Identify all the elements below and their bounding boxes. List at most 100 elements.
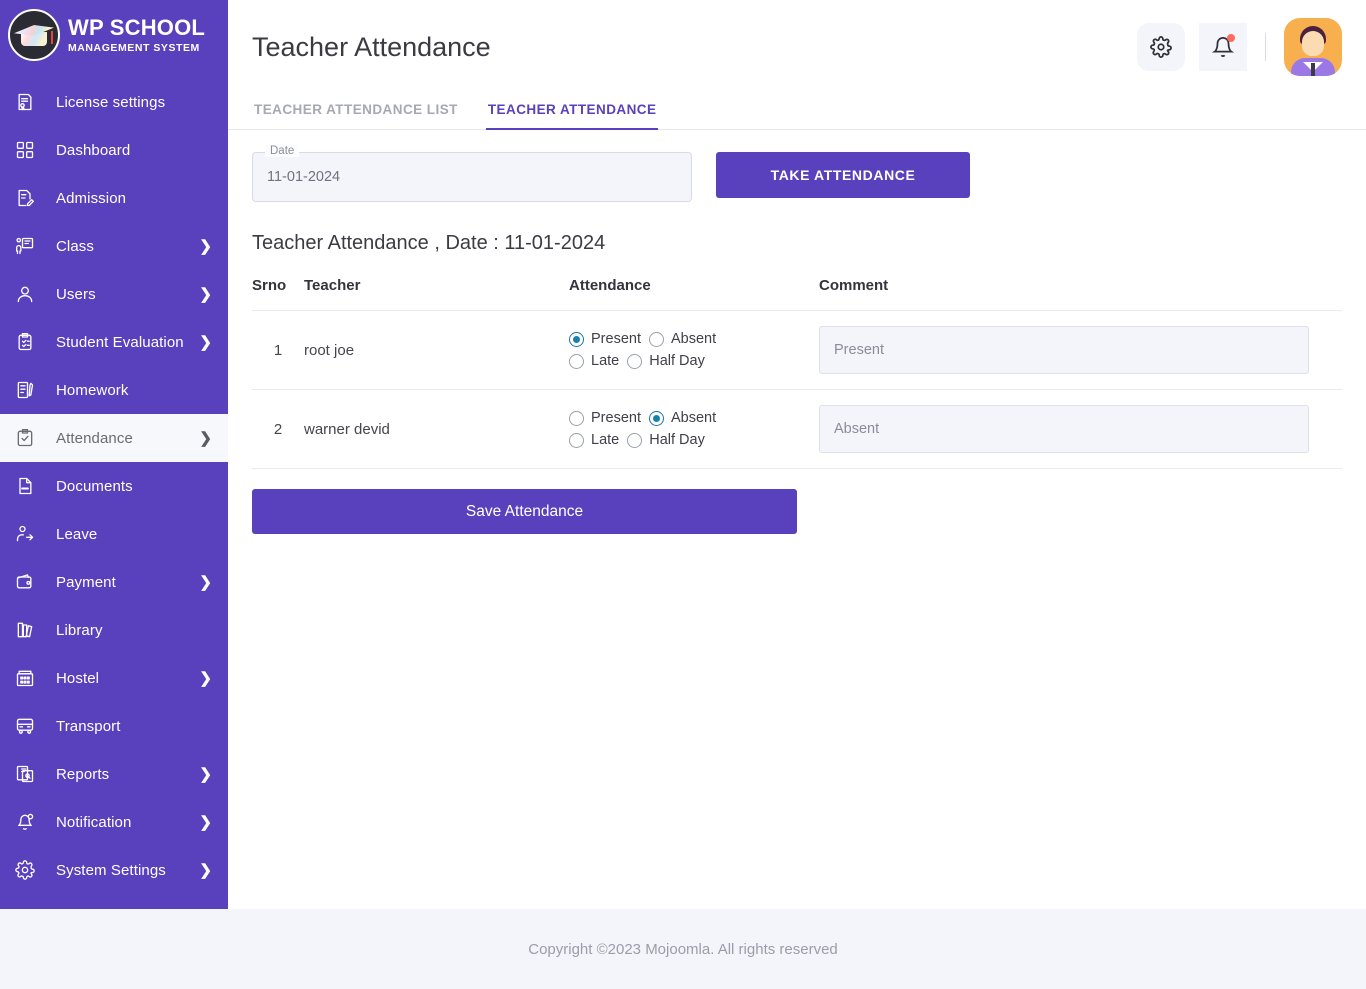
- cell-attendance-options: Present Absent Late Half Day: [569, 331, 819, 369]
- comment-input[interactable]: [819, 405, 1309, 453]
- sidebar-item-label: Hostel: [56, 669, 100, 687]
- comment-input[interactable]: [819, 326, 1309, 374]
- table-row: 1 root joe Present Absent Late Half Day: [252, 311, 1342, 390]
- take-attendance-button[interactable]: TAKE ATTENDANCE: [716, 152, 970, 198]
- sidebar-item-leave[interactable]: Leave: [0, 510, 228, 558]
- radio-label: Absent: [670, 410, 717, 426]
- radio-option-half-day[interactable]: Half Day: [627, 432, 705, 448]
- sidebar-item-documents[interactable]: Documents: [0, 462, 228, 510]
- sidebar-item-homework[interactable]: Homework: [0, 366, 228, 414]
- sidebar-item-license-settings[interactable]: License settings: [0, 78, 228, 126]
- wallet-icon: [12, 570, 38, 594]
- cell-teacher-name: root joe: [304, 341, 355, 359]
- footer-copyright: Copyright ©2023 Mojoomla. All rights res…: [528, 940, 838, 958]
- table-header: Srno Teacher Attendance Comment: [252, 277, 1342, 311]
- radio-option-absent[interactable]: Absent: [648, 410, 717, 426]
- date-field[interactable]: Date 11-01-2024: [252, 145, 692, 202]
- attendance-subheading: Teacher Attendance , Date : 11-01-2024: [252, 232, 606, 254]
- radio-button[interactable]: [569, 410, 584, 426]
- sidebar-item-users[interactable]: Users ❯: [0, 270, 228, 318]
- document-pencil-icon: [12, 186, 38, 210]
- cell-teacher-name: warner devid: [304, 420, 390, 438]
- radio-option-late[interactable]: Late: [569, 432, 619, 448]
- sidebar-item-admission[interactable]: Admission: [0, 174, 228, 222]
- chevron-right-icon[interactable]: ❯: [199, 815, 212, 830]
- footer: Copyright ©2023 Mojoomla. All rights res…: [0, 909, 1366, 989]
- radio-button[interactable]: [569, 432, 584, 448]
- graduation-cap-logo-icon: [8, 9, 60, 61]
- sidebar-item-library[interactable]: Library: [0, 606, 228, 654]
- brand-title: WP SCHOOL: [68, 14, 206, 40]
- notebook-pen-icon: [12, 378, 38, 402]
- chevron-right-icon[interactable]: ❯: [199, 863, 212, 878]
- books-icon: [12, 618, 38, 642]
- brand[interactable]: WP SCHOOL MANAGEMENT SYSTEM: [0, 0, 228, 70]
- topbar-divider: [1265, 33, 1266, 61]
- chevron-right-icon[interactable]: ❯: [199, 671, 212, 686]
- sidebar-item-class[interactable]: Class ❯: [0, 222, 228, 270]
- sidebar-item-label: Attendance: [56, 429, 133, 447]
- user-exit-icon: [12, 522, 38, 546]
- radio-button[interactable]: [648, 410, 664, 426]
- tab-teacher-attendance[interactable]: TEACHER ATTENDANCE: [485, 94, 659, 130]
- sidebar-item-system-settings[interactable]: System Settings ❯: [0, 846, 228, 894]
- sidebar-item-label: Users: [56, 285, 96, 303]
- radio-option-late[interactable]: Late: [569, 353, 619, 369]
- sidebar-item-label: Dashboard: [56, 141, 131, 159]
- sidebar-item-student-evaluation[interactable]: Student Evaluation ❯: [0, 318, 228, 366]
- topbar: Teacher Attendance: [228, 0, 1366, 94]
- radio-option-absent[interactable]: Absent: [648, 331, 716, 347]
- chevron-right-icon[interactable]: ❯: [199, 335, 212, 350]
- radio-button[interactable]: [648, 331, 664, 347]
- save-attendance-button[interactable]: Save Attendance: [252, 489, 797, 534]
- bell-alert-icon: [12, 810, 38, 834]
- cell-srno: 2: [273, 420, 283, 438]
- chevron-right-icon[interactable]: ❯: [199, 287, 212, 302]
- cell-comment: [819, 405, 1342, 453]
- sidebar-item-reports[interactable]: Reports ❯: [0, 750, 228, 798]
- table-row: 2 warner devid Present Absent Late Half Day: [252, 390, 1342, 469]
- radio-option-present[interactable]: Present: [569, 410, 641, 426]
- column-header-comment: Comment: [819, 277, 889, 294]
- radio-option-half-day[interactable]: Half Day: [627, 353, 705, 369]
- app-root: WP SCHOOL MANAGEMENT SYSTEM License sett…: [0, 0, 1366, 989]
- radio-label: Present: [591, 410, 641, 426]
- sidebar-item-transport[interactable]: Transport: [0, 702, 228, 750]
- radio-button[interactable]: [569, 353, 584, 369]
- sidebar-item-attendance[interactable]: Attendance ❯: [0, 414, 228, 462]
- sidebar-menu: License settings Dashboard Admission Class ❯…: [0, 70, 228, 894]
- radio-button[interactable]: [569, 331, 584, 347]
- sidebar: WP SCHOOL MANAGEMENT SYSTEM License sett…: [0, 0, 228, 909]
- notification-icon-button[interactable]: [1199, 23, 1247, 71]
- tab-teacher-attendance-list[interactable]: TEACHER ATTENDANCE LIST: [252, 94, 460, 130]
- radio-label: Half Day: [649, 353, 705, 369]
- user-icon: [12, 282, 38, 306]
- radio-label: Present: [591, 331, 641, 347]
- hostel-building-icon: [12, 666, 38, 690]
- sidebar-item-label: Reports: [56, 765, 110, 783]
- avatar[interactable]: [1284, 18, 1342, 76]
- certificate-icon: [12, 90, 38, 114]
- radio-button[interactable]: [627, 353, 643, 369]
- chevron-right-icon[interactable]: ❯: [199, 575, 212, 590]
- column-header-srno: Srno: [252, 277, 287, 294]
- sidebar-item-dashboard[interactable]: Dashboard: [0, 126, 228, 174]
- radio-option-present[interactable]: Present: [569, 331, 641, 347]
- sidebar-item-label: Transport: [56, 717, 121, 735]
- clipboard-check-icon: [12, 330, 38, 354]
- date-field-label: Date: [265, 145, 300, 157]
- sidebar-item-hostel[interactable]: Hostel ❯: [0, 654, 228, 702]
- sidebar-item-label: System Settings: [56, 861, 166, 879]
- attendance-table: Srno Teacher Attendance Comment 1 root jo…: [252, 277, 1342, 469]
- cell-attendance-options: Present Absent Late Half Day: [569, 410, 819, 448]
- sidebar-item-notification[interactable]: Notification ❯: [0, 798, 228, 846]
- doc-file-icon: [12, 474, 38, 498]
- sidebar-item-payment[interactable]: Payment ❯: [0, 558, 228, 606]
- report-pages-icon: [12, 762, 38, 786]
- content: Date 11-01-2024 TAKE ATTENDANCE Teacher …: [228, 130, 1366, 534]
- gear-icon-button[interactable]: [1137, 23, 1185, 71]
- chevron-right-icon[interactable]: ❯: [199, 767, 212, 782]
- chevron-right-icon[interactable]: ❯: [199, 239, 212, 254]
- chevron-right-icon[interactable]: ❯: [199, 431, 212, 446]
- radio-button[interactable]: [627, 432, 643, 448]
